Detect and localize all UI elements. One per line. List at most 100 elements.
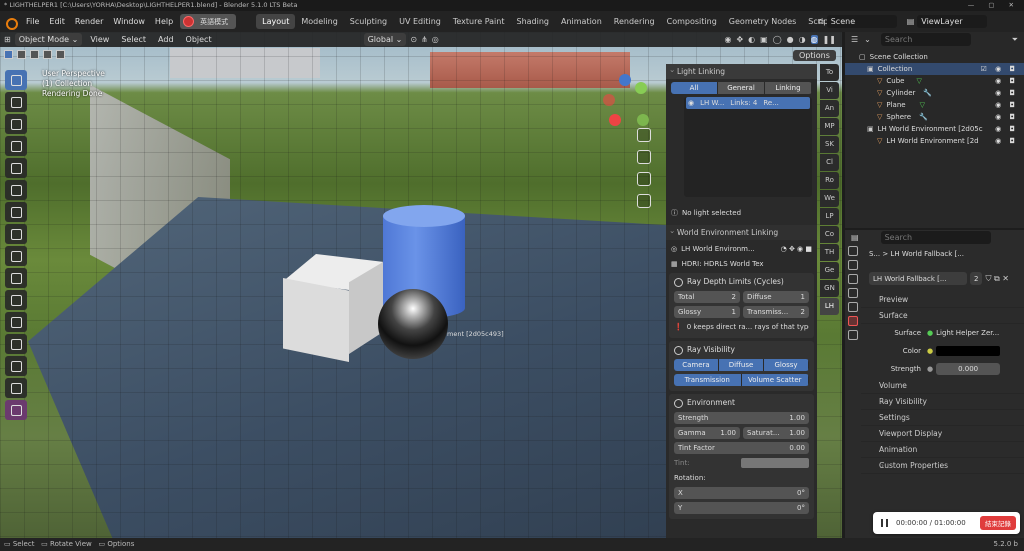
stop-recording-button[interactable]: 結束記錄 xyxy=(980,516,1016,530)
volume-scatter-toggle[interactable]: Volume Scatter xyxy=(741,374,809,386)
select-intersect-icon[interactable] xyxy=(56,50,65,59)
extrude-tool[interactable] xyxy=(5,290,27,310)
light-linking-header[interactable]: Light Linking xyxy=(666,64,817,79)
outliner-row-cylinder[interactable]: ▽ Cylinder 🔧 ◉ ◘ xyxy=(845,87,1024,99)
sidebar-tab-vi[interactable]: Vi xyxy=(820,82,839,99)
editor-type-icon[interactable]: ⊞ xyxy=(4,35,11,44)
outliner-editor-icon[interactable]: ☰ xyxy=(851,35,858,44)
tint-factor-field[interactable]: Tint Factor 0.00 xyxy=(674,442,809,454)
outliner-search[interactable]: Search xyxy=(880,33,971,46)
select-invert-icon[interactable] xyxy=(43,50,52,59)
outliner-row-sphere[interactable]: ▽ Sphere 🔧 ◉ ◘ xyxy=(845,111,1024,123)
light-list-item[interactable]: ◉ LH W... Links: 4 Re... xyxy=(686,97,810,109)
tab-general[interactable]: General xyxy=(718,82,765,94)
gizmo-y-axis[interactable] xyxy=(635,82,647,94)
panel-volume[interactable]: Volume xyxy=(861,378,1024,394)
gizmo-x-axis[interactable] xyxy=(609,114,621,126)
window-controls[interactable]: — ▢ ✕ xyxy=(968,0,1020,11)
menu-object[interactable]: Object xyxy=(182,35,216,44)
annotate-tool[interactable] xyxy=(5,202,27,222)
particle-tool[interactable] xyxy=(5,378,27,398)
outliner-row-collection[interactable]: ▣ Collection ☑ ◉ ◘ xyxy=(845,63,1024,75)
sidebar-tab-gn[interactable]: GN xyxy=(820,280,839,297)
select-box-tool[interactable] xyxy=(5,70,27,90)
properties-editor-icon[interactable]: ▤ xyxy=(851,233,859,242)
sidebar-tab-ge[interactable]: Ge xyxy=(820,262,839,279)
tab-rendering[interactable]: Rendering xyxy=(608,14,661,29)
zoom-icon[interactable] xyxy=(637,128,651,142)
output-properties-icon[interactable] xyxy=(848,274,858,284)
tint-color-swatch[interactable] xyxy=(741,458,809,468)
bevel-tool[interactable] xyxy=(5,334,27,354)
tab-layout[interactable]: Layout xyxy=(256,14,296,29)
sidebar-tab-sk[interactable]: SK xyxy=(820,136,839,153)
pan-hand-icon[interactable] xyxy=(637,150,651,164)
wireframe-shading-icon[interactable]: ◯ xyxy=(773,35,782,44)
sidebar-tab-to[interactable]: To xyxy=(820,64,839,81)
view-layer-properties-icon[interactable] xyxy=(848,288,858,298)
select-subtract-icon[interactable] xyxy=(30,50,39,59)
pause-render-icon[interactable]: ❚❚ xyxy=(823,35,836,44)
properties-search[interactable]: Search xyxy=(880,231,991,244)
fake-user-icon[interactable]: ⛉ ⧉ ✕ xyxy=(985,274,1009,284)
proportional-icon[interactable]: ◎ xyxy=(432,35,439,44)
sidebar-tab-lh[interactable]: LH xyxy=(820,298,839,315)
sidebar-tab-we[interactable]: We xyxy=(820,190,839,207)
panel-custom-properties[interactable]: Custom Properties xyxy=(861,458,1024,474)
tab-uv-editing[interactable]: UV Editing xyxy=(393,14,447,29)
rotate-tool[interactable] xyxy=(5,136,27,156)
visibility-toggles[interactable]: ◉ ◘ xyxy=(995,99,1018,111)
tab-compositing[interactable]: Compositing xyxy=(661,14,723,29)
menu-render[interactable]: Render xyxy=(70,17,108,26)
ray-depth-title[interactable]: Ray Depth Limits (Cycles) xyxy=(669,275,814,288)
visibility-toggles[interactable]: ◉ ◘ xyxy=(995,75,1018,87)
tab-animation[interactable]: Animation xyxy=(555,14,608,29)
select-extend-icon[interactable] xyxy=(17,50,26,59)
sidebar-tab-lp[interactable]: LP xyxy=(820,208,839,225)
rotation-x-field[interactable]: X 0° xyxy=(674,487,809,499)
cursor-tool[interactable] xyxy=(5,92,27,112)
filter-icon[interactable]: ⌄ xyxy=(864,35,871,44)
sidebar-tab-mp[interactable]: MP xyxy=(820,118,839,135)
collection-properties-icon[interactable] xyxy=(848,330,858,340)
menu-help[interactable]: Help xyxy=(150,17,178,26)
visibility-icon[interactable]: ◉ xyxy=(724,35,731,44)
color-swatch[interactable] xyxy=(936,346,1001,356)
transform-orientation[interactable]: Global ⌄ xyxy=(363,33,407,46)
sidebar-tab-cl[interactable]: Cl xyxy=(820,154,839,171)
user-count[interactable]: 2 xyxy=(970,272,983,285)
menu-file[interactable]: File xyxy=(21,17,44,26)
environment-title[interactable]: Environment xyxy=(669,396,814,409)
visibility-toggles[interactable]: ◉ ◘ xyxy=(995,87,1018,99)
material-shading-icon[interactable]: ◑ xyxy=(799,35,806,44)
gizmo-neg-z[interactable] xyxy=(603,94,615,106)
loop-cut-tool[interactable] xyxy=(5,356,27,376)
panel-surface[interactable]: Surface xyxy=(861,308,1024,324)
world-env-toggles[interactable]: ◔ ✥ ◉ ■ xyxy=(781,245,812,253)
light-list[interactable]: ◉ LH W... Links: 4 Re... xyxy=(684,97,812,197)
xray-icon[interactable]: ▣ xyxy=(760,35,768,44)
diffuse-depth-field[interactable]: Diffuse 1 xyxy=(743,291,809,303)
snap-icon[interactable]: ⋔ xyxy=(421,35,428,44)
transform-tool[interactable] xyxy=(5,180,27,200)
panel-ray-visibility[interactable]: Ray Visibility xyxy=(861,394,1024,410)
strength-field[interactable]: Strength 1.00 xyxy=(674,412,809,424)
gizmo-icon[interactable]: ✥ xyxy=(736,35,743,44)
pivot-icon[interactable]: ⊙ xyxy=(410,35,417,44)
solid-shading-icon[interactable]: ● xyxy=(787,35,794,44)
add-cube-tool[interactable] xyxy=(5,246,27,266)
visibility-toggles[interactable]: ☑ ◉ ◘ xyxy=(981,63,1018,75)
menu-window[interactable]: Window xyxy=(108,17,150,26)
pause-icon[interactable] xyxy=(881,519,888,527)
cube-object-front[interactable] xyxy=(283,278,349,362)
blender-logo-icon[interactable] xyxy=(4,15,18,30)
inset-tool[interactable] xyxy=(5,312,27,332)
record-mode-button[interactable]: 英語模式 xyxy=(180,14,237,29)
menu-select[interactable]: Select xyxy=(117,35,150,44)
panel-viewport-display[interactable]: Viewport Display xyxy=(861,426,1024,442)
glossy-toggle[interactable]: Glossy xyxy=(764,359,809,371)
outliner-row-plane[interactable]: ▽ Plane ▽ ◉ ◘ xyxy=(845,99,1024,111)
glossy-depth-field[interactable]: Glossy 1 xyxy=(674,306,740,318)
menu-edit[interactable]: Edit xyxy=(44,17,70,26)
strength-value-field[interactable]: 0.000 xyxy=(936,363,1001,375)
